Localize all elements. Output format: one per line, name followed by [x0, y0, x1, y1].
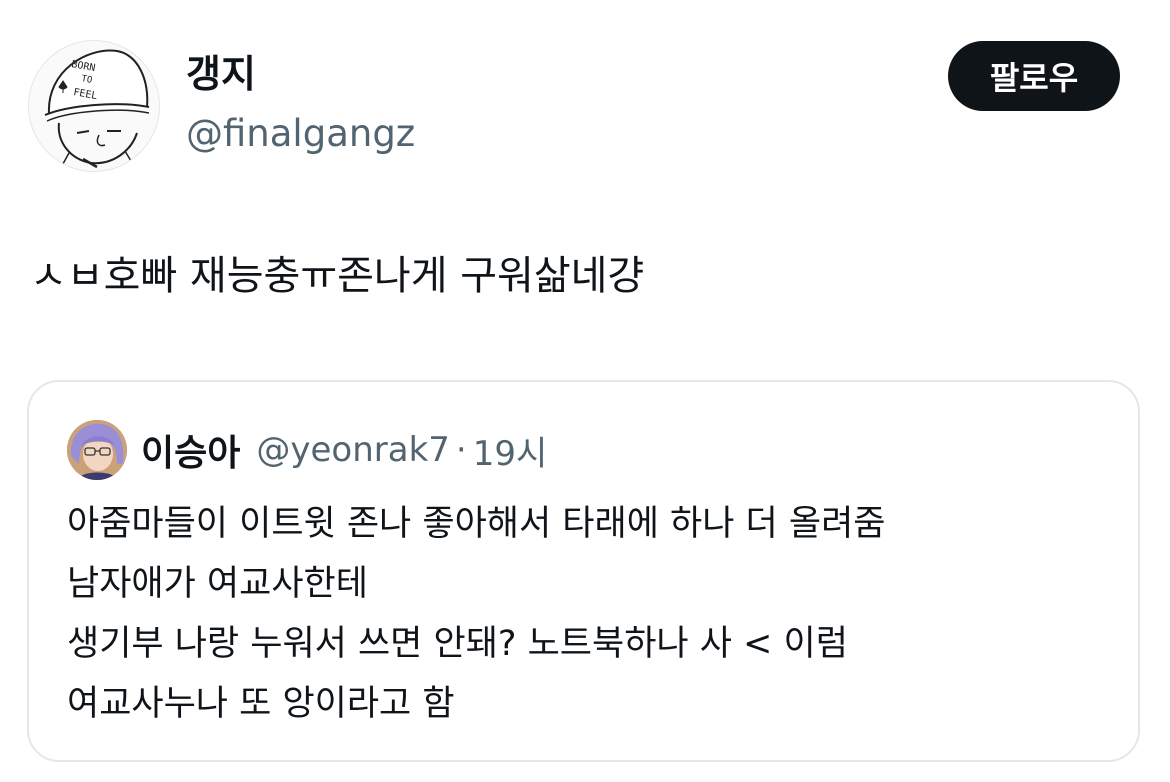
- author-handle[interactable]: @finalgangz: [186, 110, 415, 158]
- quote-author-avatar[interactable]: [67, 420, 127, 480]
- tweet-text: ㅅㅂ호빠 재능충ㅠ존나게 구워삶네걍: [30, 253, 645, 299]
- author-avatar[interactable]: BORN TO FEEL: [28, 40, 160, 172]
- quote-author-name[interactable]: 이승아: [141, 424, 240, 476]
- follow-button[interactable]: 팔로우: [948, 41, 1120, 111]
- quote-meta: 이승아 @yeonrak7 · 19시: [141, 422, 547, 478]
- quote-text-line: 여교사누나 또 앙이라고 함: [67, 684, 455, 724]
- avatar-helmet-drawing: BORN TO FEEL: [44, 49, 150, 171]
- quote-tweet-card[interactable]: 이승아 @yeonrak7 · 19시 아줌마들이 이트윗 존나 좋아해서 타래…: [27, 380, 1140, 762]
- anime-avatar-icon: [67, 420, 127, 480]
- meta-separator: ·: [455, 430, 467, 470]
- quote-text-line: 남자애가 여교사한테: [67, 564, 368, 604]
- quote-text-line: 아줌마들이 이트윗 존나 좋아해서 타래에 하나 더 올려줌: [67, 504, 886, 544]
- svg-text:TO: TO: [80, 74, 92, 86]
- quote-text: 아줌마들이 이트윗 존나 좋아해서 타래에 하나 더 올려줌 남자애가 여교사한…: [67, 494, 1107, 734]
- tweet-header: BORN TO FEEL 갱지 @finalgangz 팔로우: [28, 38, 1142, 172]
- quote-author-handle[interactable]: @yeonrak7: [256, 430, 450, 470]
- quote-text-line: 생기부 나랑 누워서 쓰면 안돼? 노트북하나 사 < 이럼: [67, 624, 848, 664]
- quote-timestamp[interactable]: 19시: [473, 426, 548, 475]
- author-display-name[interactable]: 갱지: [186, 50, 256, 98]
